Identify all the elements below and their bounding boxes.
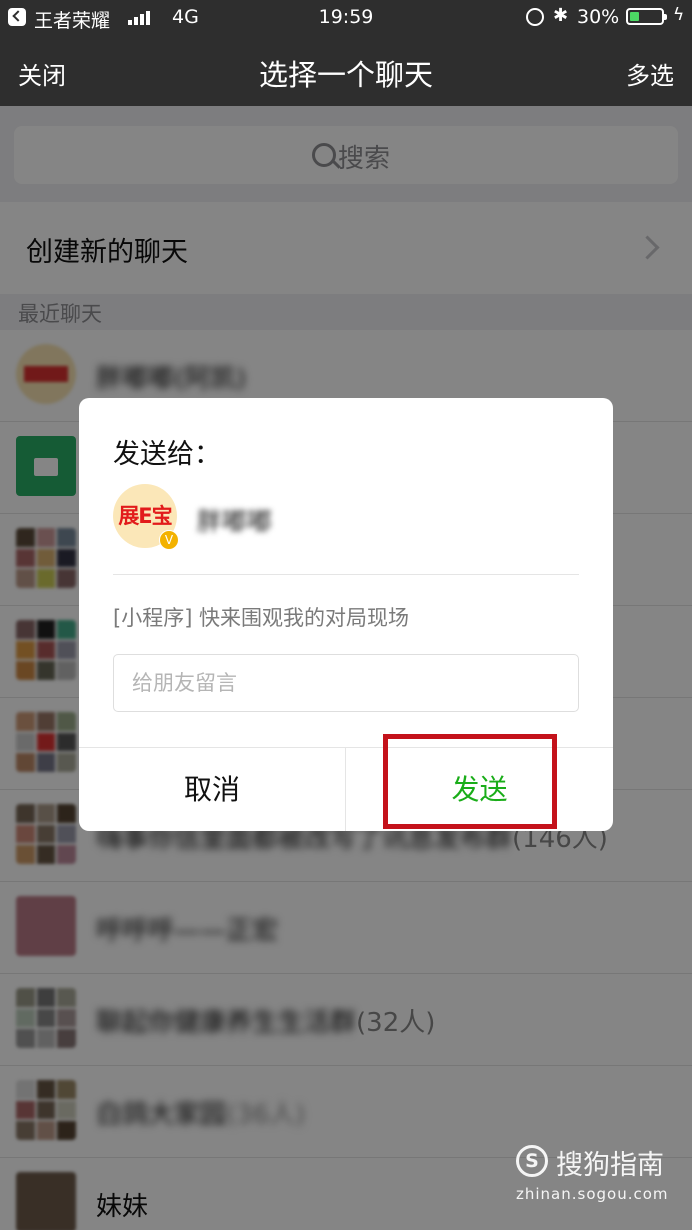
battery-percent: 30% <box>577 6 620 28</box>
watermark-text: 搜狗指南 <box>556 1150 664 1181</box>
battery-fill <box>630 12 639 21</box>
verified-badge-icon: V <box>159 530 179 550</box>
chat-picker-screen: 王者荣耀 4G 19:59 ✱ 30% ϟ 关闭 选择一个聊天 多选 搜索 创建… <box>0 0 692 1230</box>
page-title: 选择一个聊天 <box>258 58 433 92</box>
mini-program-title: [小程序] 快来围观我的对局现场 <box>113 606 410 630</box>
bluetooth-icon: ✱ <box>553 5 569 26</box>
avatar-logo-text: 展E宝 <box>118 504 172 528</box>
nav-bar: 关闭 选择一个聊天 多选 <box>0 36 692 106</box>
sogou-watermark: S 搜狗指南 zhinan.sogou.com <box>514 1143 684 1209</box>
sogou-logo-icon: S <box>516 1145 548 1177</box>
watermark-url: zhinan.sogou.com <box>516 1185 669 1203</box>
divider <box>113 574 579 575</box>
cancel-button[interactable]: 取消 <box>79 748 346 831</box>
send-to-label: 发送给： <box>113 439 221 470</box>
rotation-lock-icon <box>526 8 544 26</box>
multi-select-button[interactable]: 多选 <box>626 56 674 91</box>
battery-icon <box>626 8 667 25</box>
status-bar: 王者荣耀 4G 19:59 ✱ 30% ϟ <box>0 0 692 36</box>
message-input[interactable] <box>113 654 579 712</box>
target-avatar: 展E宝 V <box>113 484 179 550</box>
target-name: 胖嘟嘟 <box>197 507 273 536</box>
send-button-highlight <box>383 734 557 829</box>
bolt-icon: ϟ <box>673 5 685 25</box>
